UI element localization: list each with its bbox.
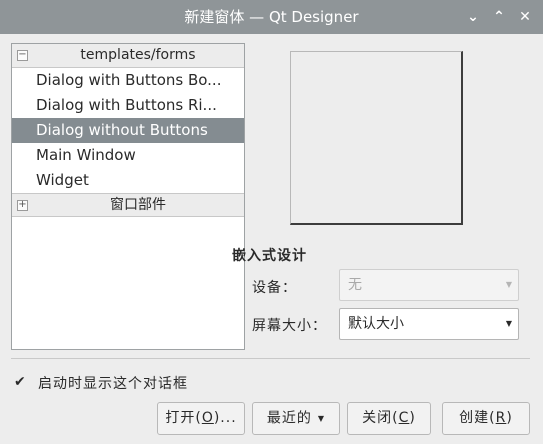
create-button[interactable]: 创建(R) [442, 402, 530, 435]
startup-checkbox-label[interactable]: 启动时显示这个对话框 [38, 373, 188, 393]
screen-size-value: 默认大小 [348, 316, 404, 332]
title-bar[interactable]: 新建窗体 — Qt Designer ⌄ ⌃ ✕ [0, 0, 543, 34]
screen-size-label: 屏幕大小： [252, 318, 327, 334]
collapse-icon[interactable]: − [17, 50, 28, 61]
recent-button[interactable]: 最近的 ▼ [252, 402, 340, 435]
category-widgets[interactable]: + 窗口部件 [12, 193, 244, 217]
chevron-down-icon[interactable]: ▼ [506, 309, 512, 339]
device-combo: 无 ▼ [339, 269, 519, 301]
chevron-down-icon: ▼ [505, 280, 512, 289]
tree-item-dialog-without-buttons[interactable]: Dialog without Buttons [12, 118, 244, 143]
tree-item-main-window[interactable]: Main Window [12, 143, 244, 168]
embedded-design-title: 嵌入式设计 [232, 248, 307, 264]
tree-item-dialog-buttons-right[interactable]: Dialog with Buttons Ri... [12, 93, 244, 118]
category-label: templates/forms [80, 47, 196, 63]
device-value: 无 [348, 277, 362, 293]
expand-icon[interactable]: + [17, 200, 28, 211]
category-label: 窗口部件 [110, 197, 166, 213]
tree-item-widget[interactable]: Widget [12, 168, 244, 193]
maximize-icon[interactable]: ⌃ [488, 0, 510, 34]
open-button[interactable]: 打开(O)... [157, 402, 245, 435]
close-button[interactable]: 关闭(C) [347, 402, 431, 435]
dropdown-icon[interactable]: ▼ [318, 414, 325, 423]
screen-size-combo[interactable]: 默认大小 ▼ [339, 308, 519, 340]
template-tree[interactable]: − templates/forms Dialog with Buttons Bo… [11, 43, 245, 350]
device-label: 设备： [252, 280, 297, 296]
minimize-icon[interactable]: ⌄ [462, 0, 484, 34]
form-preview [290, 51, 463, 225]
divider [11, 358, 530, 359]
close-icon[interactable]: ✕ [514, 0, 536, 34]
tree-item-dialog-buttons-bottom[interactable]: Dialog with Buttons Bo... [12, 68, 244, 93]
category-templates-forms[interactable]: − templates/forms [12, 44, 244, 68]
startup-checkbox[interactable]: ✔ [14, 375, 28, 389]
